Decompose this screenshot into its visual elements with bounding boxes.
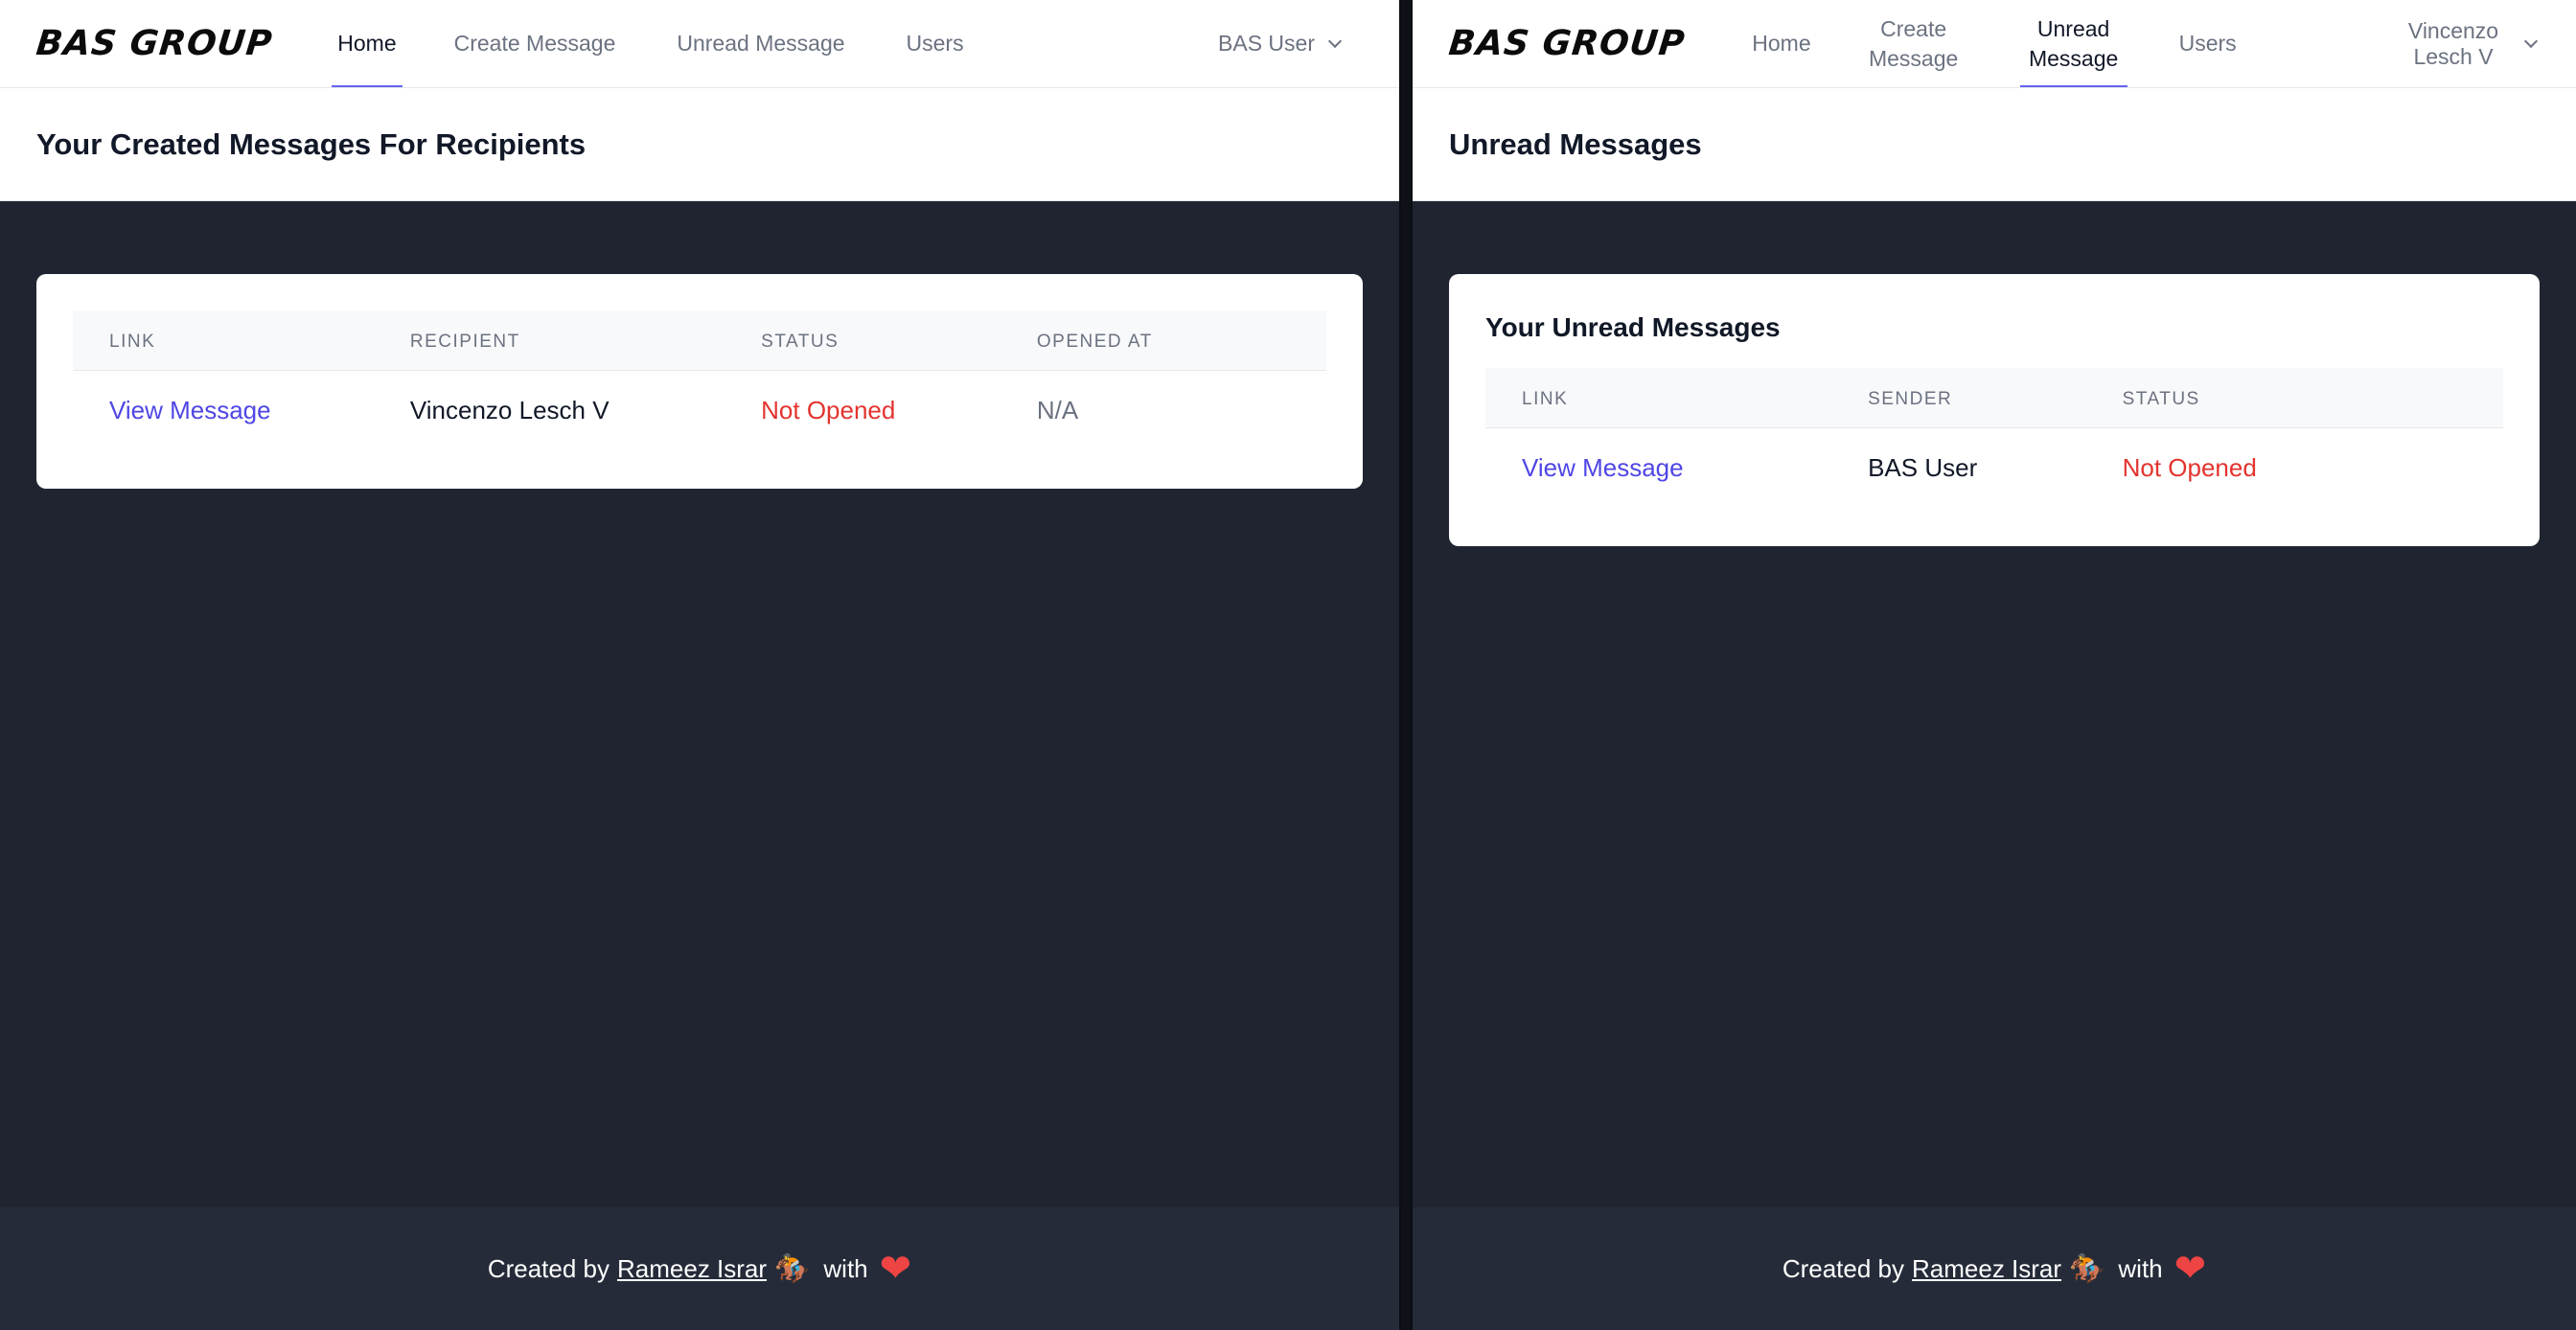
user-menu[interactable]: Vincenzo Lesch V xyxy=(2396,0,2539,87)
sender-cell: BAS User xyxy=(1868,453,1978,482)
screen: BAS GROUP Home Create Message Unread Mes… xyxy=(0,0,2576,1330)
nav-home[interactable]: Home xyxy=(1752,0,1810,87)
logo[interactable]: BAS GROUP xyxy=(1444,0,1690,87)
user-name: BAS User xyxy=(1218,31,1315,56)
created-messages-table: LINK RECIPIENT STATUS OPENED AT View Mes… xyxy=(73,310,1326,452)
unread-messages-table: LINK SENDER STATUS View Message BAS User… xyxy=(1485,368,2503,510)
logo[interactable]: BAS GROUP xyxy=(32,0,277,87)
page-header: Unread Messages xyxy=(1413,88,2576,201)
table-header-row: LINK RECIPIENT STATUS OPENED AT xyxy=(73,310,1326,371)
nav-users[interactable]: Users xyxy=(907,0,964,87)
status-cell: Not Opened xyxy=(2122,453,2257,482)
nav-links: Home Create Message Unread Message Users xyxy=(1752,0,2297,87)
footer-with: with xyxy=(2118,1253,2163,1283)
nav-links: Home Create Message Unread Message Users xyxy=(332,0,1024,87)
table-row: View Message Vincenzo Lesch V Not Opened… xyxy=(73,371,1326,453)
col-link: LINK xyxy=(1485,368,1832,428)
author-link[interactable]: Rameez Israr xyxy=(617,1254,767,1284)
col-recipient: RECIPIENT xyxy=(373,310,725,371)
right-window: BAS GROUP Home Create Message Unread Mes… xyxy=(1411,0,2576,1330)
table-row: View Message BAS User Not Opened xyxy=(1485,428,2503,511)
chevron-down-icon xyxy=(1327,34,1343,48)
col-opened-at: OPENED AT xyxy=(1000,310,1326,371)
footer-prefix: Created by xyxy=(1782,1253,1904,1283)
top-nav: BAS GROUP Home Create Message Unread Mes… xyxy=(0,0,1399,88)
recipient-cell: Vincenzo Lesch V xyxy=(409,396,610,424)
footer: Created by Rameez Israr 🏇 with ❤ xyxy=(0,1207,1399,1330)
messages-card: LINK RECIPIENT STATUS OPENED AT View Mes… xyxy=(36,274,1363,489)
card-title: Your Unread Messages xyxy=(1485,312,1781,342)
col-status: STATUS xyxy=(724,310,1000,371)
main-content: LINK RECIPIENT STATUS OPENED AT View Mes… xyxy=(0,201,1399,1207)
view-message-link[interactable]: View Message xyxy=(73,371,374,453)
nav-create-message[interactable]: Create Message xyxy=(454,0,616,87)
top-nav: BAS GROUP Home Create Message Unread Mes… xyxy=(1413,0,2576,88)
status-cell: Not Opened xyxy=(761,396,896,424)
table-header-row: LINK SENDER STATUS xyxy=(1485,368,2503,428)
page-title: Your Created Messages For Recipients xyxy=(36,126,586,161)
page-title: Unread Messages xyxy=(1449,126,1702,161)
nav-unread-message[interactable]: Unread Message xyxy=(677,0,844,87)
nav-create-message[interactable]: Create Message xyxy=(1869,0,1958,87)
left-window: BAS GROUP Home Create Message Unread Mes… xyxy=(0,0,1401,1330)
nav-users[interactable]: Users xyxy=(2179,0,2237,87)
user-menu[interactable]: BAS User xyxy=(1218,0,1343,87)
nav-unread-message[interactable]: Unread Message xyxy=(2019,0,2128,87)
unread-messages-card: Your Unread Messages LINK SENDER STATUS … xyxy=(1449,274,2540,546)
nav-home[interactable]: Home xyxy=(332,0,403,87)
horse-rider-icon: 🏇 xyxy=(2069,1252,2105,1285)
opened-at-cell: N/A xyxy=(1036,396,1079,424)
heart-icon: ❤ xyxy=(2174,1248,2207,1290)
col-link: LINK xyxy=(73,310,374,371)
page-header: Your Created Messages For Recipients xyxy=(0,88,1399,201)
heart-icon: ❤ xyxy=(879,1248,912,1290)
col-sender: SENDER xyxy=(1831,368,2086,428)
main-content: Your Unread Messages LINK SENDER STATUS … xyxy=(1413,201,2576,1207)
col-status: STATUS xyxy=(2085,368,2503,428)
user-name: Vincenzo Lesch V xyxy=(2407,17,2499,69)
author-link[interactable]: Rameez Israr xyxy=(1912,1254,2061,1284)
footer: Created by Rameez Israr 🏇 with ❤ xyxy=(1413,1207,2576,1330)
footer-prefix: Created by xyxy=(487,1253,610,1283)
horse-rider-icon: 🏇 xyxy=(774,1252,811,1285)
view-message-link[interactable]: View Message xyxy=(1485,428,1831,511)
chevron-down-icon xyxy=(2523,34,2539,48)
footer-with: with xyxy=(823,1253,868,1283)
